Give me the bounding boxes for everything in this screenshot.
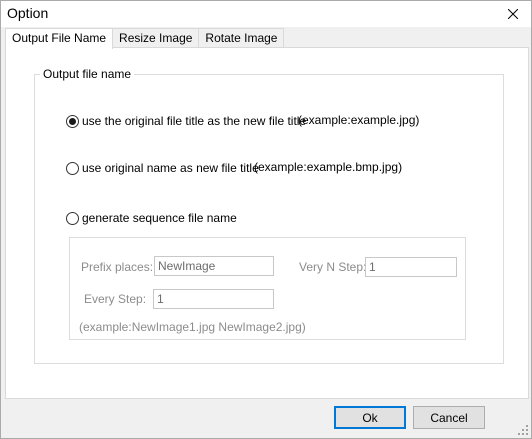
- radio-original-title[interactable]: use the original file title as the new f…: [66, 114, 306, 128]
- window-title: Option: [7, 5, 49, 21]
- ok-button[interactable]: Ok: [334, 406, 406, 429]
- radio-sequence[interactable]: generate sequence file name: [66, 211, 237, 225]
- radio-original-title-label: use the original file title as the new f…: [82, 114, 307, 128]
- radio-original-name[interactable]: use original name as new file title: [66, 161, 259, 175]
- sequence-options-group: Prefix places: Very N Step: Every Step: …: [69, 237, 466, 340]
- tab-rotate-image[interactable]: Rotate Image: [198, 28, 285, 48]
- group-legend: Output file name: [40, 67, 135, 81]
- close-icon: [508, 9, 518, 19]
- tab-panel-output-file-name: Output file name use the original file t…: [5, 47, 529, 399]
- output-file-name-group: Output file name use the original file t…: [34, 67, 504, 364]
- tab-strip: Output File Name Resize Image Rotate Ima…: [5, 28, 285, 49]
- prefix-places-label: Prefix places:: [81, 260, 154, 274]
- radio-unselected-icon: [66, 211, 79, 225]
- example-original-title: (example:example.jpg): [298, 113, 420, 127]
- every-step-input[interactable]: [153, 289, 274, 309]
- resize-grip-icon[interactable]: [517, 424, 529, 436]
- radio-sequence-label: generate sequence file name: [82, 211, 237, 225]
- cancel-button[interactable]: Cancel: [413, 406, 485, 429]
- option-dialog: Option Output File Name Resize Image Rot…: [0, 0, 532, 439]
- sequence-example: (example:NewImage1.jpg NewImage2.jpg): [79, 320, 306, 334]
- tab-output-file-name[interactable]: Output File Name: [5, 28, 114, 49]
- very-n-step-input[interactable]: [365, 257, 457, 277]
- example-original-name: (example:example.bmp.jpg): [254, 160, 403, 174]
- tab-resize-image[interactable]: Resize Image: [112, 28, 200, 48]
- every-step-label: Every Step:: [84, 292, 147, 306]
- radio-unselected-icon: [66, 161, 79, 175]
- title-bar: Option: [1, 1, 531, 27]
- radio-original-name-label: use original name as new file title: [82, 161, 259, 175]
- prefix-places-input[interactable]: [154, 256, 274, 276]
- very-n-step-label: Very N Step:: [299, 260, 367, 274]
- close-button[interactable]: [495, 1, 531, 27]
- radio-selected-icon: [66, 114, 79, 128]
